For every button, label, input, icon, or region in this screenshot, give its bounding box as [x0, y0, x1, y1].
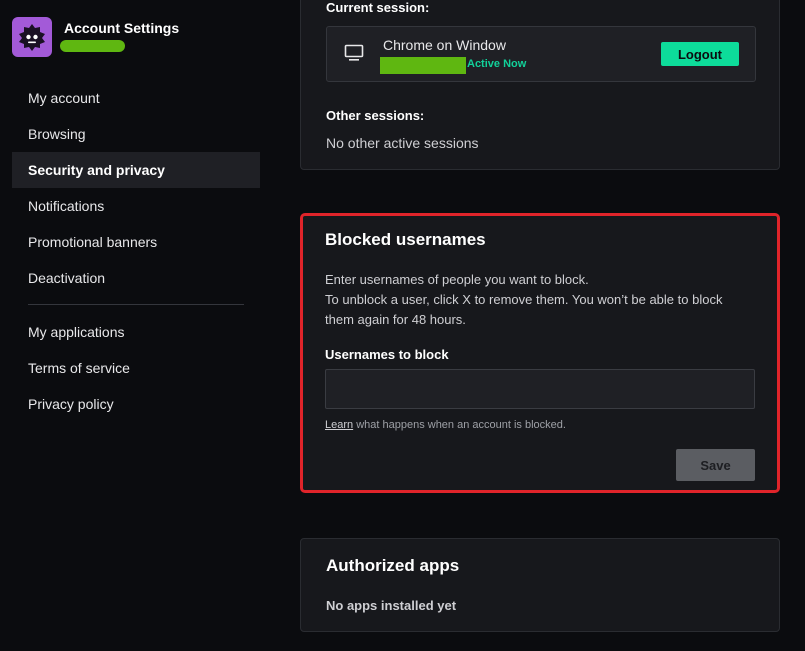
blocked-usernames-card: Blocked usernames Enter usernames of peo… — [300, 213, 780, 493]
settings-page: Account Settings My account Browsing Sec… — [0, 0, 805, 651]
description-line: To unblock a user, click X to remove the… — [325, 292, 723, 307]
sidebar-item-terms-of-service[interactable]: Terms of service — [12, 350, 260, 386]
robot-face-icon — [12, 17, 52, 57]
blocked-usernames-description: Enter usernames of people you want to bl… — [325, 270, 765, 330]
sidebar-item-promotional-banners[interactable]: Promotional banners — [12, 224, 260, 260]
sidebar-nav: My account Browsing Security and privacy… — [12, 80, 260, 422]
learn-line: Learn what happens when an account is bl… — [325, 419, 566, 431]
logout-button[interactable]: Logout — [661, 42, 739, 66]
username-redacted — [60, 40, 125, 52]
current-session-row: Chrome on Window Active Now Logout — [326, 26, 756, 82]
authorized-apps-title: Authorized apps — [326, 556, 460, 575]
blocked-usernames-title: Blocked usernames — [325, 230, 486, 249]
authorized-apps-card: Authorized apps No apps installed yet — [300, 538, 780, 632]
sidebar-item-privacy-policy[interactable]: Privacy policy — [12, 386, 260, 422]
sessions-card: Current session: Chrome on Window Active… — [300, 0, 780, 170]
sidebar-item-notifications[interactable]: Notifications — [12, 188, 260, 224]
usernames-input[interactable] — [325, 369, 755, 409]
session-status: Active Now — [467, 58, 527, 70]
sidebar-item-my-account[interactable]: My account — [12, 80, 260, 116]
learn-text: what happens when an account is blocked. — [353, 419, 566, 431]
brand: Account Settings — [12, 17, 179, 57]
authorized-apps-empty: No apps installed yet — [326, 598, 457, 613]
sidebar-item-my-applications[interactable]: My applications — [12, 314, 260, 350]
other-sessions-empty: No other active sessions — [326, 135, 479, 151]
save-button[interactable]: Save — [676, 449, 755, 481]
session-ip-redacted — [380, 57, 466, 74]
app-title: Account Settings — [64, 20, 180, 36]
other-sessions-label: Other sessions: — [326, 108, 425, 123]
sidebar-item-security-and-privacy[interactable]: Security and privacy — [12, 152, 260, 188]
usernames-field-label: Usernames to block — [325, 347, 449, 362]
sidebar-divider — [28, 304, 244, 305]
current-session-label: Current session: — [326, 0, 430, 15]
sidebar-item-deactivation[interactable]: Deactivation — [12, 260, 260, 296]
sidebar: Account Settings My account Browsing Sec… — [0, 0, 270, 651]
description-line: them again for 48 hours. — [325, 312, 466, 327]
monitor-icon — [344, 44, 364, 67]
description-line: Enter usernames of people you want to bl… — [325, 272, 589, 287]
sidebar-item-browsing[interactable]: Browsing — [12, 116, 260, 152]
session-device: Chrome on Window — [383, 37, 506, 53]
learn-link[interactable]: Learn — [325, 419, 353, 431]
